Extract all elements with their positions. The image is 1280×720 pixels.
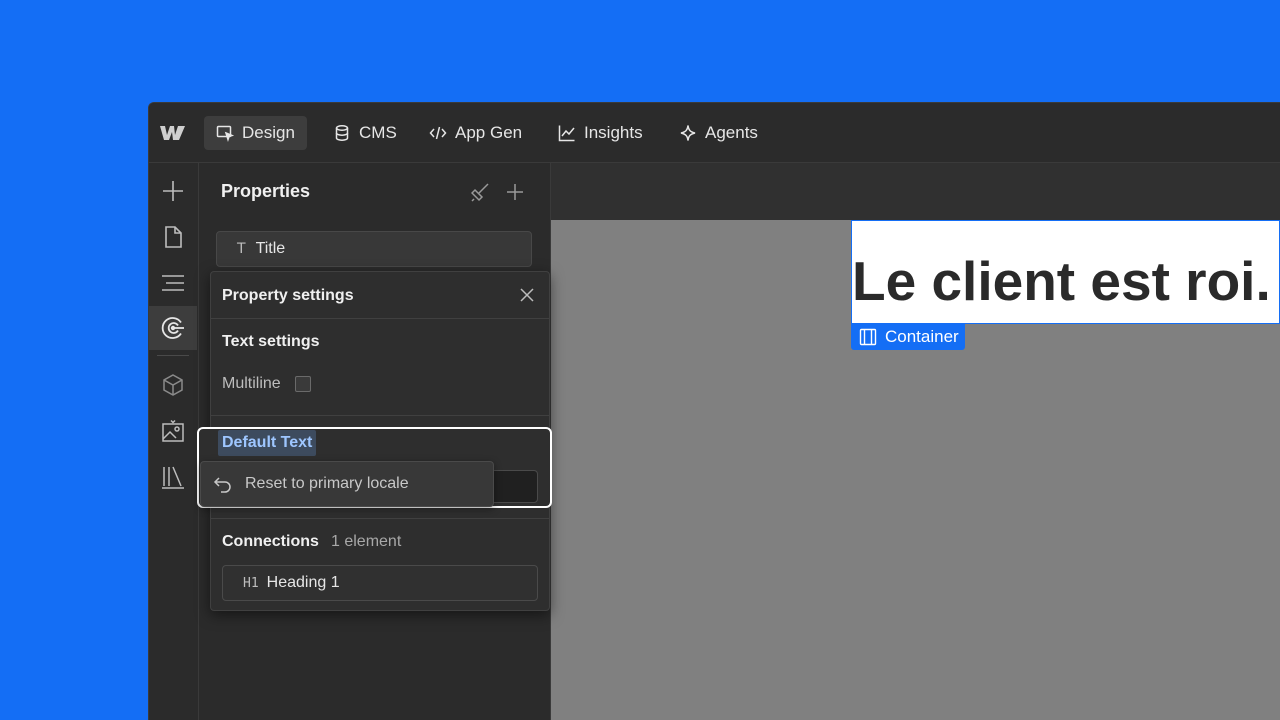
default-text-input[interactable] bbox=[490, 470, 538, 503]
chart-line-icon bbox=[558, 125, 575, 142]
add-icon bbox=[163, 181, 183, 201]
tab-app-gen-label: App Gen bbox=[455, 123, 523, 142]
canvas-heading[interactable]: Le client est roi. bbox=[852, 249, 1271, 313]
components-icon bbox=[161, 317, 184, 339]
text-type-icon: T bbox=[237, 241, 246, 257]
property-title-field[interactable]: T Title bbox=[216, 231, 532, 267]
tab-insights-label: Insights bbox=[584, 123, 643, 142]
connection-item-label: Heading 1 bbox=[266, 574, 340, 591]
undo-arrow-icon bbox=[213, 477, 231, 493]
design-cursor-icon bbox=[216, 125, 234, 142]
pages-panel-button[interactable] bbox=[149, 215, 197, 259]
section-divider bbox=[211, 415, 549, 416]
connections-title: Connections bbox=[222, 533, 319, 550]
multiline-label: Multiline bbox=[222, 375, 281, 392]
reset-label: Reset to primary locale bbox=[245, 475, 409, 492]
container-element[interactable]: Le client est roi. bbox=[851, 220, 1280, 324]
assets-panel-button[interactable] bbox=[149, 409, 197, 453]
container-tag-label: Container bbox=[885, 327, 959, 346]
connection-item[interactable]: H1 Heading 1 bbox=[222, 565, 538, 601]
close-icon[interactable] bbox=[519, 287, 535, 303]
canvas[interactable]: Le client est roi. Container bbox=[551, 220, 1280, 720]
tab-design-label: Design bbox=[242, 123, 295, 142]
container-icon bbox=[859, 328, 877, 346]
default-text-label: Default Text bbox=[218, 430, 317, 456]
tab-design[interactable]: Design bbox=[204, 116, 307, 150]
tab-agents[interactable]: Agents bbox=[667, 116, 770, 150]
popover-title: Property settings bbox=[222, 287, 354, 304]
left-icon-rail bbox=[149, 163, 199, 720]
popover-header: Property settings bbox=[211, 272, 549, 319]
property-title-label: Title bbox=[255, 240, 286, 257]
library-panel-button[interactable] bbox=[149, 455, 197, 499]
navigator-icon bbox=[162, 275, 184, 291]
canvas-toolbar-area bbox=[551, 163, 1280, 220]
tab-app-gen[interactable]: App Gen bbox=[417, 116, 534, 150]
text-settings-title: Text settings bbox=[222, 333, 320, 350]
section-divider bbox=[211, 518, 549, 519]
add-panel-button[interactable] bbox=[149, 169, 197, 213]
cms-collections-button[interactable] bbox=[149, 363, 197, 407]
page-icon bbox=[165, 226, 182, 248]
panel-title: Properties bbox=[221, 181, 311, 201]
container-tag[interactable]: Container bbox=[851, 324, 965, 350]
rail-divider bbox=[157, 355, 189, 356]
cube-icon bbox=[163, 374, 183, 396]
tab-cms-label: CMS bbox=[359, 123, 397, 142]
assets-icon bbox=[162, 419, 184, 442]
top-bar: Design CMS App Gen Insights Agents bbox=[149, 103, 1280, 163]
tab-cms[interactable]: CMS bbox=[321, 116, 409, 150]
webflow-logo-icon[interactable] bbox=[159, 124, 186, 142]
navigator-panel-button[interactable] bbox=[149, 261, 197, 305]
reset-to-primary-locale-menu-item[interactable]: Reset to primary locale bbox=[200, 461, 494, 507]
sparkle-icon bbox=[680, 125, 696, 141]
add-property-icon[interactable] bbox=[505, 182, 525, 202]
code-icon bbox=[429, 126, 447, 140]
multiline-checkbox[interactable] bbox=[295, 376, 311, 392]
connections-count: 1 element bbox=[331, 533, 402, 550]
components-panel-button[interactable] bbox=[149, 306, 197, 350]
library-icon bbox=[162, 466, 184, 489]
heading-type-icon: H1 bbox=[243, 575, 259, 591]
brush-icon[interactable] bbox=[471, 182, 491, 202]
tab-insights[interactable]: Insights bbox=[546, 116, 655, 150]
tab-agents-label: Agents bbox=[705, 123, 758, 142]
database-icon bbox=[335, 125, 349, 141]
